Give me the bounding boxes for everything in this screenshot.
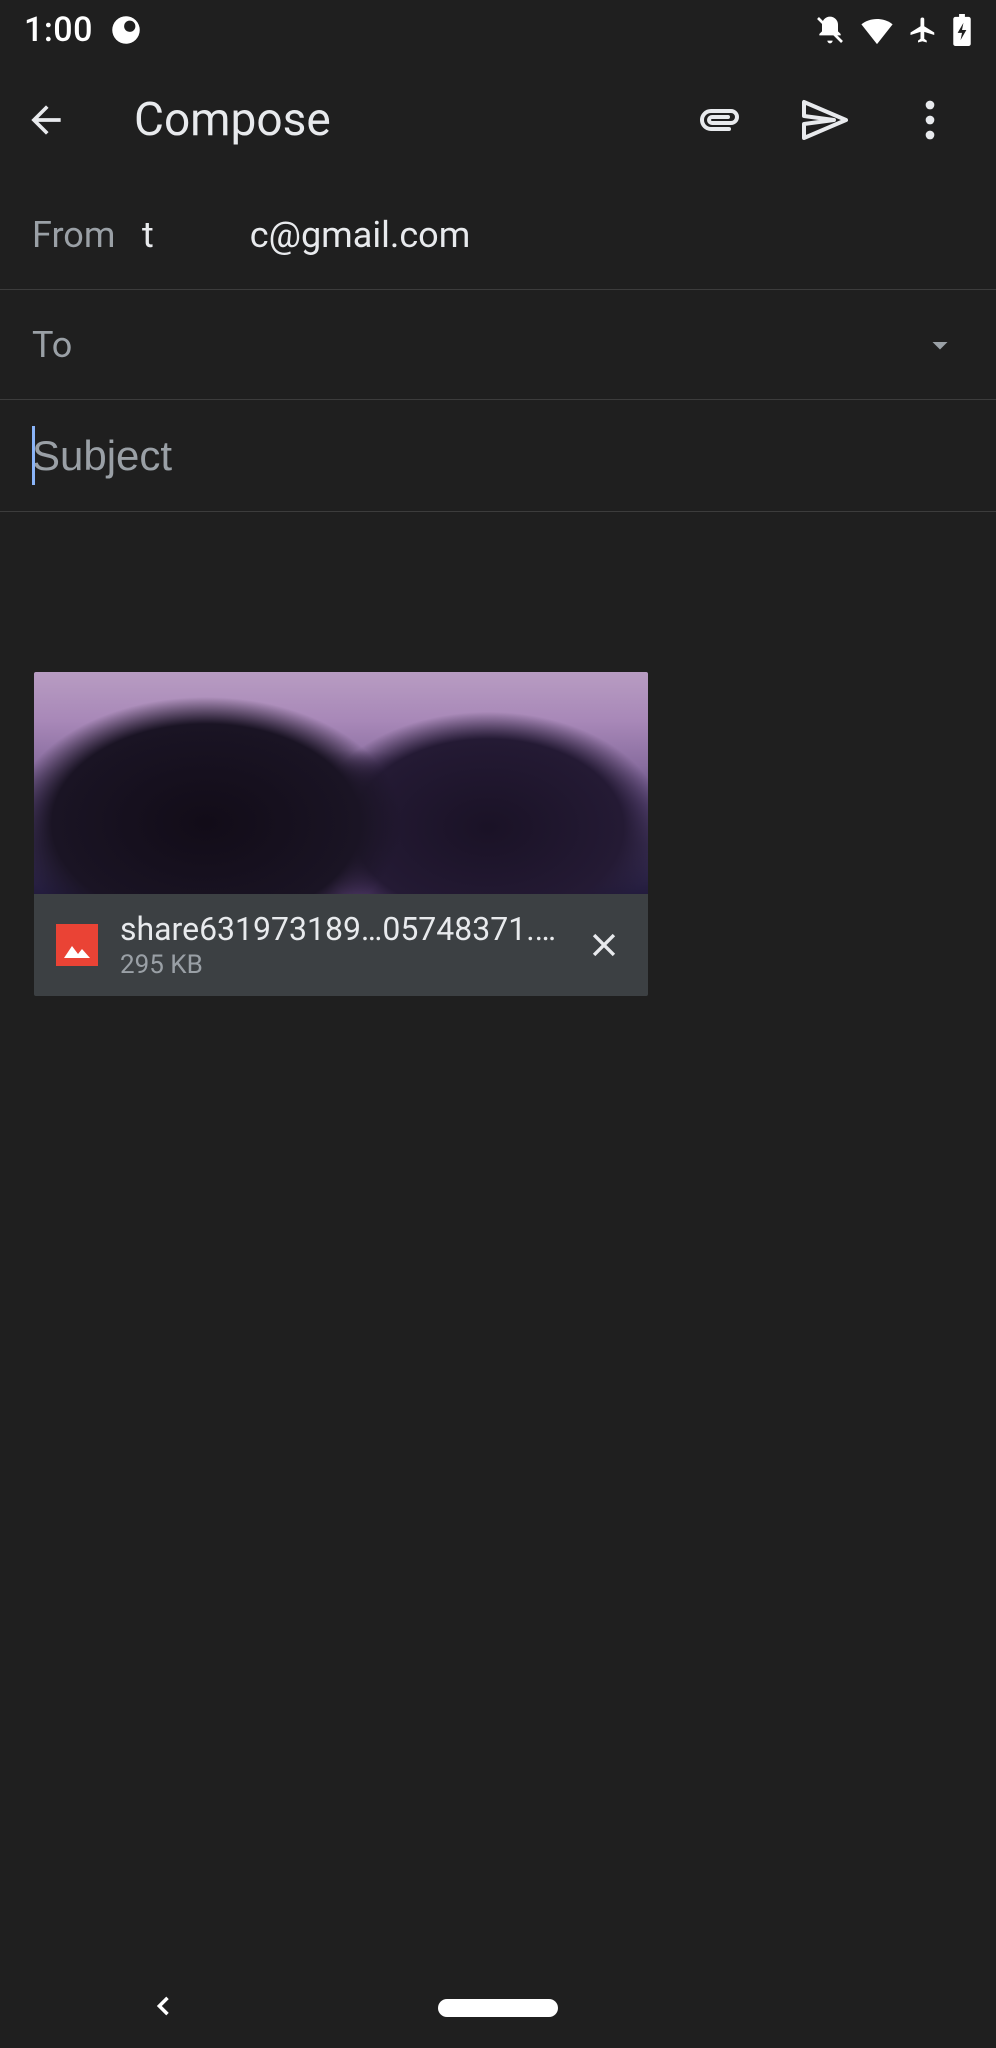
expand-recipients-button[interactable] [916,321,964,369]
more-options-button[interactable] [904,94,956,146]
attach-button[interactable] [692,94,744,146]
send-button[interactable] [798,94,850,146]
battery-charging-icon [952,14,972,46]
to-row: To [0,290,996,400]
wifi-icon [860,15,894,45]
to-label: To [32,324,142,366]
to-input[interactable] [142,324,916,366]
body-text-input[interactable] [32,544,964,664]
from-name: t [142,214,154,256]
text-cursor [32,426,35,485]
attachment-filename: share631973189…05748371.png [120,910,560,948]
from-row[interactable]: From t c@gmail.com [0,180,996,290]
status-time: 1:00 [24,10,93,50]
from-email: c@gmail.com [250,214,470,256]
attachment-filesize: 295 KB [120,950,560,980]
home-gesture-pill[interactable] [438,1999,558,2017]
attachment-card: share631973189…05748371.png 295 KB [34,672,648,996]
remove-attachment-button[interactable] [582,923,626,967]
status-bar: 1:00 [0,0,996,60]
system-back-button[interactable] [150,1992,178,2024]
attachment-preview-image[interactable] [34,672,648,894]
subject-input[interactable] [32,432,964,480]
compose-body-area[interactable]: share631973189…05748371.png 295 KB [0,512,996,1028]
app-notification-icon [111,15,141,45]
back-button[interactable] [20,94,72,146]
attachment-meta: share631973189…05748371.png 295 KB [34,894,648,996]
page-title: Compose [134,93,652,147]
dnd-off-icon [814,14,846,46]
system-nav-bar [0,1968,996,2048]
image-file-icon [56,924,98,966]
app-bar: Compose [0,60,996,180]
from-label: From [32,214,142,256]
subject-row [0,400,996,512]
airplane-mode-icon [908,15,938,45]
